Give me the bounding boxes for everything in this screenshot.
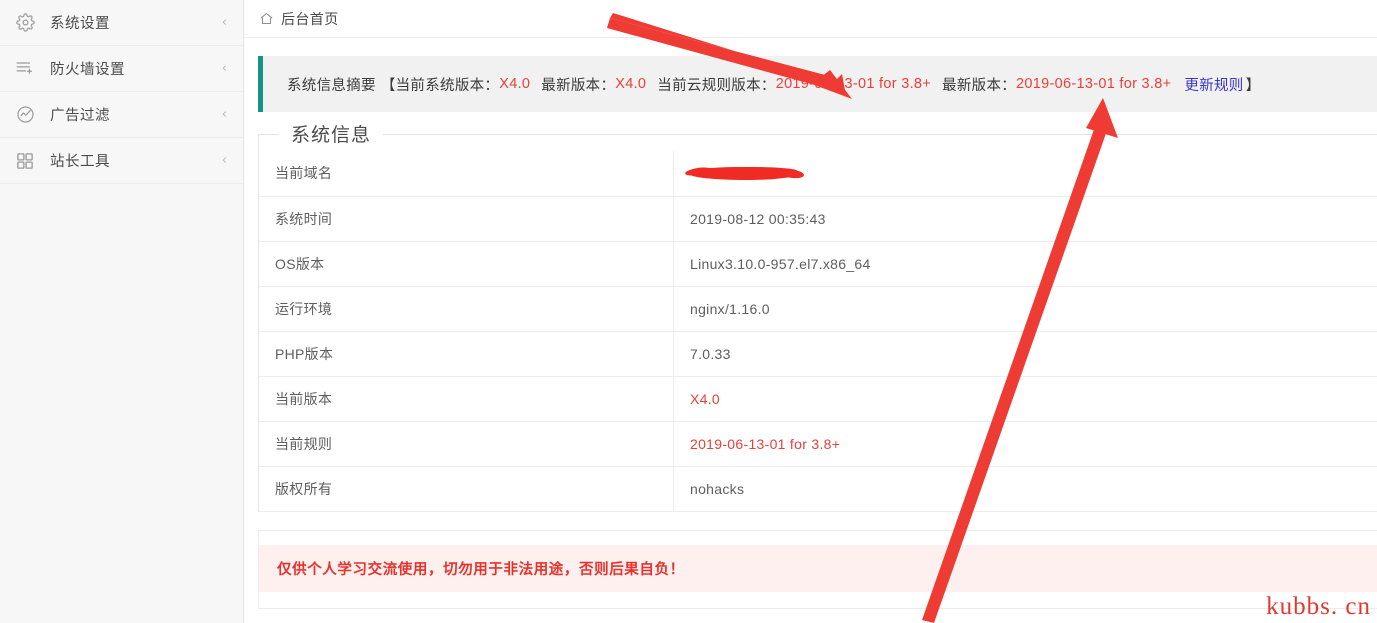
row-key: 当前域名: [259, 151, 674, 196]
system-info-card: 系统信息 当前域名 系统时间 2019-08-12 00:35:43: [258, 134, 1377, 512]
banner-label-current-cloud-rule: 当前云规则版本：: [657, 74, 775, 95]
table-row: 系统时间 2019-08-12 00:35:43: [259, 196, 1377, 241]
breadcrumb: 后台首页: [244, 0, 1377, 38]
breadcrumb-label: 后台首页: [281, 9, 339, 29]
row-value: nginx/1.16.0: [674, 286, 1377, 331]
update-rules-link[interactable]: 更新规则: [1184, 74, 1243, 95]
notice-box: 仅供个人学习交流使用，切勿用于非法用途，否则后果自负！: [259, 545, 1377, 592]
banner-label-current-version: 当前系统版本：: [396, 74, 500, 95]
row-value: 7.0.33: [674, 331, 1377, 376]
row-key: 系统时间: [259, 196, 674, 241]
circle-chart-icon: [14, 104, 36, 126]
banner-close-bracket: 】: [1246, 74, 1261, 95]
table-row: 运行环境 nginx/1.16.0: [259, 286, 1377, 331]
list-plus-icon: [14, 58, 36, 80]
chevron-left-icon: ‹: [222, 154, 227, 167]
banner-value-latest-version: X4.0: [615, 76, 646, 92]
admin-dashboard: 系统设置 ‹ 防火墙设置 ‹: [0, 0, 1377, 623]
table-row: PHP版本 7.0.33: [259, 331, 1377, 376]
gear-icon: [14, 12, 36, 34]
notice-card: 仅供个人学习交流使用，切勿用于非法用途，否则后果自负！: [258, 530, 1377, 609]
home-icon: [258, 11, 274, 27]
banner-label-latest-rule: 最新版本：: [942, 74, 1016, 95]
sidebar-item-firewall-settings[interactable]: 防火墙设置 ‹: [0, 46, 243, 92]
row-value: 2019-06-13-01 for 3.8+: [674, 421, 1377, 466]
main-content: 后台首页 系统信息摘要 【 当前系统版本： X4.0 最新版本： X4.0 当前…: [244, 0, 1377, 623]
grid-icon: [14, 150, 36, 172]
row-value: Linux3.10.0-957.el7.x86_64: [674, 241, 1377, 286]
banner-value-current-cloud-rule: 2019-06-13-01 for 3.8+: [776, 76, 931, 92]
system-summary-banner: 系统信息摘要 【 当前系统版本： X4.0 最新版本： X4.0 当前云规则版本…: [258, 56, 1377, 112]
row-key: 运行环境: [259, 286, 674, 331]
row-value: 2019-08-12 00:35:43: [674, 196, 1377, 241]
row-value: [674, 151, 1377, 196]
banner-value-latest-rule: 2019-06-13-01 for 3.8+: [1016, 76, 1171, 92]
chevron-left-icon: ‹: [222, 16, 227, 29]
table-row: 版权所有 nohacks: [259, 466, 1377, 511]
row-key: OS版本: [259, 241, 674, 286]
sidebar: 系统设置 ‹ 防火墙设置 ‹: [0, 0, 244, 623]
sidebar-item-label: 系统设置: [50, 12, 222, 33]
sidebar-item-webmaster-tools[interactable]: 站长工具 ‹: [0, 138, 243, 184]
chevron-left-icon: ‹: [222, 62, 227, 75]
table-row: 当前版本 X4.0: [259, 376, 1377, 421]
card-title: 系统信息: [279, 120, 383, 147]
sidebar-item-label: 广告过滤: [50, 104, 222, 125]
row-key: 版权所有: [259, 466, 674, 511]
sidebar-item-ad-filter[interactable]: 广告过滤 ‹: [0, 92, 243, 138]
row-value: X4.0: [674, 376, 1377, 421]
banner-label-latest-version: 最新版本：: [541, 74, 615, 95]
table-row: 当前规则 2019-06-13-01 for 3.8+: [259, 421, 1377, 466]
table-row: OS版本 Linux3.10.0-957.el7.x86_64: [259, 241, 1377, 286]
sidebar-item-label: 站长工具: [50, 150, 222, 171]
banner-title: 系统信息摘要: [287, 74, 376, 95]
redacted-value: [690, 167, 798, 180]
banner-open-bracket: 【: [381, 74, 396, 95]
sidebar-item-label: 防火墙设置: [50, 58, 222, 79]
row-key: 当前规则: [259, 421, 674, 466]
row-key: PHP版本: [259, 331, 674, 376]
row-value: nohacks: [674, 466, 1377, 511]
content-area: 系统信息摘要 【 当前系统版本： X4.0 最新版本： X4.0 当前云规则版本…: [244, 38, 1377, 609]
table-row: 当前域名: [259, 151, 1377, 196]
chevron-left-icon: ‹: [222, 108, 227, 121]
system-info-table: 当前域名 系统时间 2019-08-12 00:35:43 OS版本 Linux…: [259, 151, 1377, 512]
row-key: 当前版本: [259, 376, 674, 421]
banner-value-current-version: X4.0: [499, 76, 530, 92]
notice-text: 仅供个人学习交流使用，切勿用于非法用途，否则后果自负！: [277, 562, 685, 578]
sidebar-item-system-settings[interactable]: 系统设置 ‹: [0, 0, 243, 46]
